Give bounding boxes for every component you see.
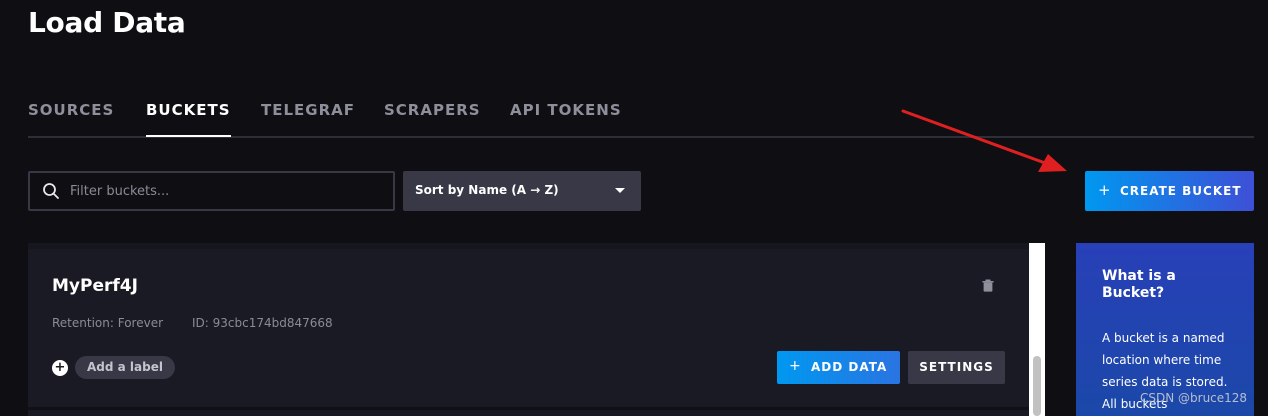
bucket-retention: Retention: Forever — [52, 316, 164, 330]
tab-api-tokens[interactable]: API TOKENS — [510, 101, 622, 119]
add-data-button[interactable]: + ADD DATA — [777, 351, 900, 384]
page-title: Load Data — [28, 6, 186, 39]
tab-sources[interactable]: SOURCES — [28, 101, 114, 119]
help-title: What is a Bucket? — [1102, 268, 1176, 301]
caret-down-icon — [615, 188, 625, 193]
sort-dropdown-label: Sort by Name (A → Z) — [415, 183, 559, 197]
settings-label: SETTINGS — [919, 360, 994, 374]
load-data-page: Load Data SOURCES BUCKETS TELEGRAF SCRAP… — [0, 0, 1268, 416]
plus-icon: + — [789, 358, 801, 374]
card-divider — [28, 243, 1029, 249]
bucket-list: MyPerf4J Retention: Forever ID: 93cbc174… — [28, 243, 1029, 416]
bucket-id: ID: 93cbc174bd847668 — [192, 316, 333, 330]
trash-icon[interactable] — [982, 279, 994, 292]
search-input[interactable] — [70, 173, 390, 209]
card-divider — [28, 407, 1029, 410]
create-bucket-button[interactable]: + CREATE BUCKET — [1085, 171, 1254, 211]
search-icon — [43, 183, 59, 199]
bucket-name[interactable]: MyPerf4J — [52, 276, 138, 296]
annotation-arrow-icon — [901, 109, 1067, 172]
tab-scrapers[interactable]: SCRAPERS — [384, 101, 481, 119]
tab-buckets[interactable]: BUCKETS — [146, 101, 231, 137]
scrollbar-thumb[interactable] — [1033, 356, 1041, 416]
add-data-label: ADD DATA — [811, 360, 888, 374]
search-box — [28, 171, 395, 211]
plus-icon: + — [1098, 181, 1111, 199]
create-bucket-label: CREATE BUCKET — [1120, 184, 1242, 198]
add-label-button[interactable]: Add a label — [75, 356, 175, 379]
watermark: CSDN @bruce128 — [1140, 391, 1248, 405]
tab-telegraf[interactable]: TELEGRAF — [261, 101, 355, 119]
settings-button[interactable]: SETTINGS — [908, 351, 1005, 384]
sort-dropdown[interactable]: Sort by Name (A → Z) — [403, 171, 641, 211]
add-label-plus-icon[interactable]: + — [52, 360, 68, 376]
